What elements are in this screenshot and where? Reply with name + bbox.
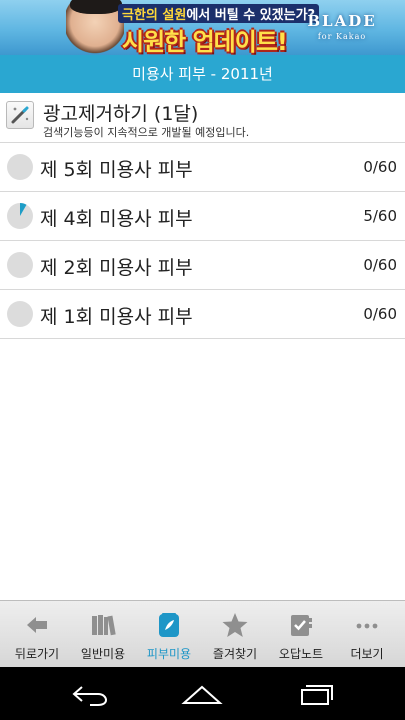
wand-icon (6, 101, 34, 129)
ad-brand-sub: for Kakao (317, 32, 367, 41)
system-nav-bar (0, 667, 405, 720)
exam-score: 0/60 (363, 305, 397, 323)
ad-banner[interactable]: 극한의 설원에서 버틸 수 있겠는가? 시원한 업데이트! BLADE for … (0, 0, 405, 55)
home-icon[interactable] (180, 679, 224, 709)
bottom-tab-bar: 뒤로가기 일반미용 피부미용 즐겨찾기 오답노트 더보기 (0, 600, 405, 668)
recent-apps-icon[interactable] (294, 679, 338, 709)
star-icon (222, 613, 248, 637)
tab-more[interactable]: 더보기 (334, 601, 400, 668)
tab-favorites[interactable]: 즐겨찾기 (202, 601, 268, 668)
ad-brand-logo: BLADE for Kakao (292, 10, 392, 46)
books-icon (92, 615, 116, 636)
tab-wrong-answers[interactable]: 오답노트 (268, 601, 334, 668)
ad-character-hair (70, 0, 122, 14)
exam-row[interactable]: 제 2회 미용사 피부 0/60 (0, 241, 405, 290)
tab-skin-beauty[interactable]: 피부미용 (136, 601, 202, 668)
more-dots-icon (356, 623, 378, 629)
tab-label: 일반미용 (80, 647, 126, 661)
exam-row[interactable]: 제 5회 미용사 피부 0/60 (0, 143, 405, 192)
notebook-icon (159, 613, 179, 637)
progress-pie-icon (7, 301, 33, 327)
progress-pie-icon (7, 154, 33, 180)
tab-label: 즐겨찾기 (212, 647, 258, 661)
exam-label: 제 4회 미용사 피부 (40, 208, 193, 230)
exam-row[interactable]: 제 1회 미용사 피부 0/60 (0, 290, 405, 339)
exam-score: 0/60 (363, 158, 397, 176)
ad-headline: 극한의 설원에서 버틸 수 있겠는가? (118, 4, 320, 23)
tab-general-beauty[interactable]: 일반미용 (70, 601, 136, 668)
ad-slogan: 시원한 업데이트! (122, 28, 288, 55)
tab-back[interactable]: 뒤로가기 (4, 601, 70, 668)
exam-row[interactable]: 제 4회 미용사 피부 5/60 (0, 192, 405, 241)
progress-pie-icon (7, 252, 33, 278)
ad-headline-highlight: 극한의 설원 (122, 8, 187, 23)
tab-label: 뒤로가기 (14, 647, 60, 661)
tab-label: 더보기 (350, 647, 384, 661)
tab-label: 오답노트 (278, 647, 324, 661)
exam-score: 0/60 (363, 256, 397, 274)
progress-pie-icon (7, 203, 33, 229)
note-check-icon (291, 615, 312, 636)
exam-label: 제 5회 미용사 피부 (40, 159, 193, 181)
exam-label: 제 1회 미용사 피부 (40, 306, 193, 328)
remove-ads-title: 광고제거하기 (1달) (43, 103, 199, 125)
exam-label: 제 2회 미용사 피부 (40, 257, 193, 279)
ad-brand-name: BLADE (307, 12, 377, 30)
page-title: 미용사 피부 - 2011년 (0, 55, 405, 93)
exam-score: 5/60 (363, 207, 397, 225)
back-icon[interactable] (68, 679, 112, 709)
back-arrow-icon (27, 617, 47, 633)
tab-label: 피부미용 (146, 647, 192, 661)
remove-ads-description: 검색기능등이 지속적으로 개발될 예정입니다. (43, 126, 250, 139)
remove-ads-row[interactable]: 광고제거하기 (1달) 검색기능등이 지속적으로 개발될 예정입니다. (0, 93, 405, 143)
